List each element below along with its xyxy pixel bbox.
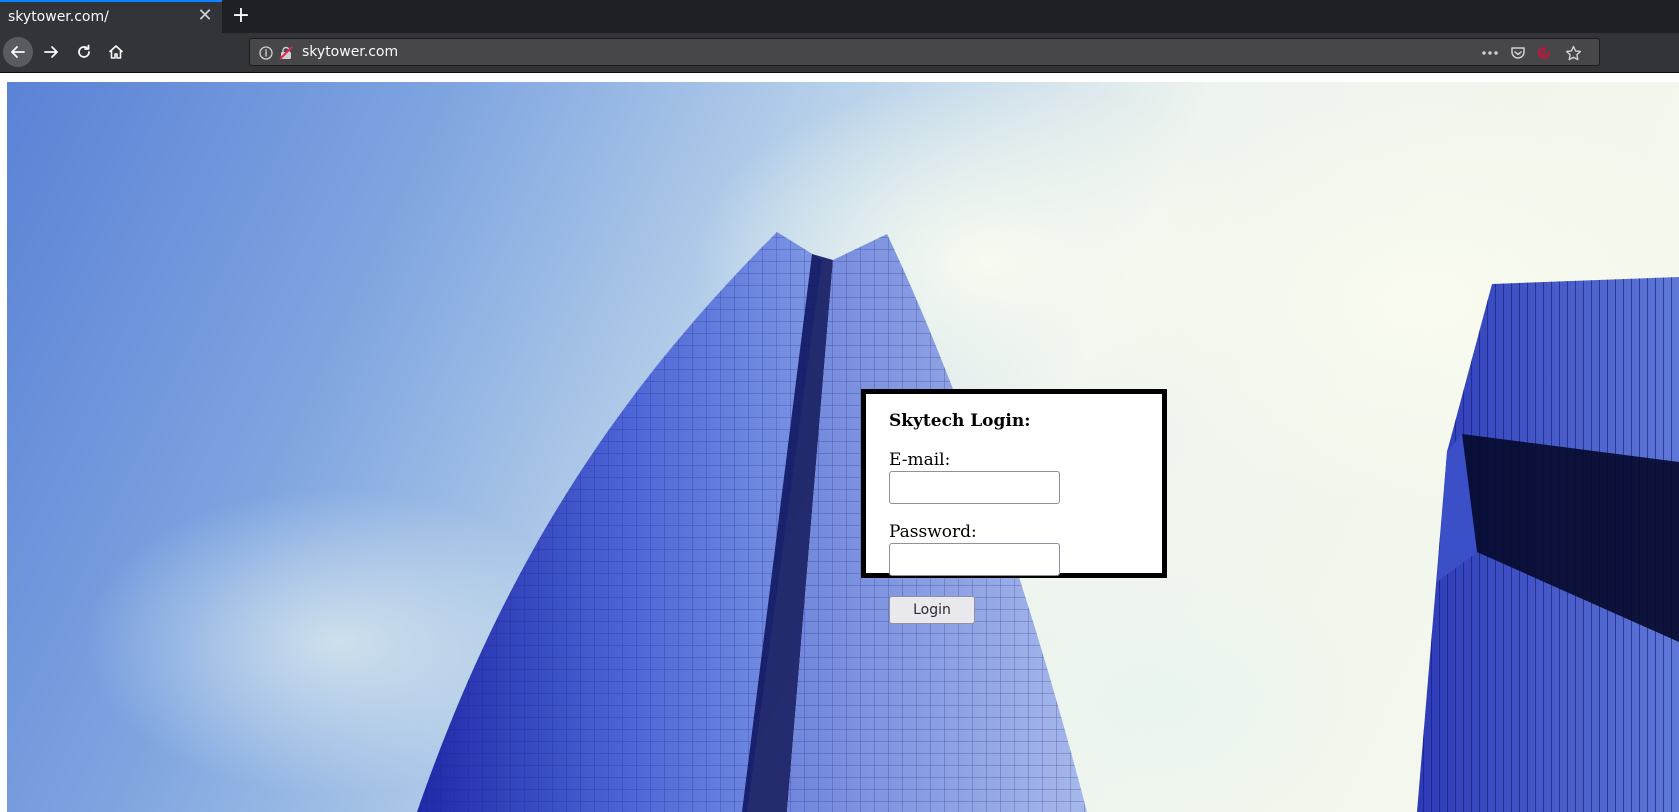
bookmark-star-icon[interactable] [1563,44,1583,62]
url-bar[interactable]: skytower.com [249,38,1600,66]
forward-arrow-icon[interactable] [36,37,66,67]
login-title: Skytech Login: [889,411,1031,431]
login-button[interactable]: Login [889,596,975,624]
insecure-lock-icon[interactable] [279,45,293,64]
info-icon[interactable] [259,45,273,64]
more-icon[interactable] [1480,44,1500,62]
tab-strip: skytower.com/ ✕ + [0,0,1679,33]
page-content [0,73,1679,812]
close-icon[interactable]: ✕ [196,7,214,25]
password-field[interactable] [889,543,1060,576]
email-label: E-mail: [889,450,951,470]
url-text[interactable]: skytower.com [302,44,398,60]
tab-active[interactable]: skytower.com/ ✕ [0,0,222,33]
tab-title: skytower.com/ [8,9,109,25]
password-label: Password: [889,522,977,542]
skyscraper-background-image [7,82,1679,812]
email-field[interactable] [889,471,1060,504]
plus-icon[interactable]: + [229,4,253,28]
pocket-icon[interactable] [1508,44,1528,62]
reload-icon[interactable] [69,37,99,67]
navigation-bar: skytower.com [0,33,1679,73]
extension-icon[interactable] [1534,44,1554,62]
back-arrow-icon[interactable] [3,37,33,67]
home-icon[interactable] [101,37,131,67]
